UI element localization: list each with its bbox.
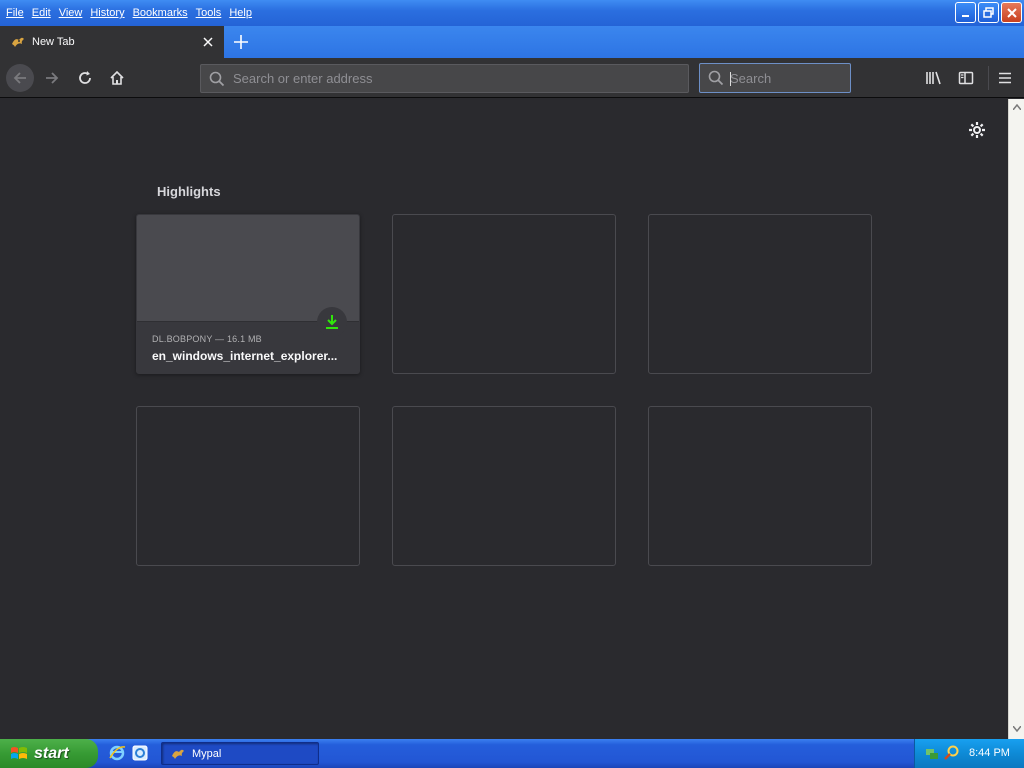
magnifier-icon (944, 745, 959, 760)
gear-icon (969, 122, 985, 138)
text-caret (730, 72, 731, 86)
back-arrow-icon (13, 72, 26, 84)
plus-icon (234, 35, 248, 49)
highlight-thumbnail (137, 215, 359, 322)
minimize-button[interactable] (955, 2, 976, 23)
tray-network[interactable] (923, 744, 941, 762)
window-controls (955, 2, 1022, 23)
quicklaunch-app[interactable] (131, 744, 149, 762)
minimize-icon (961, 14, 969, 17)
address-input[interactable] (233, 71, 653, 86)
scroll-up-button[interactable] (1011, 101, 1023, 113)
download-icon (326, 315, 338, 329)
sidebar-icon (958, 71, 974, 85)
address-bar[interactable] (200, 64, 689, 93)
empty-highlight-slot (392, 214, 616, 374)
navigation-bar (0, 58, 1024, 98)
tab-new-tab[interactable]: New Tab (0, 26, 224, 58)
search-input[interactable] (730, 70, 840, 86)
chevron-up-icon (1013, 104, 1021, 110)
taskbar: start Mypal 8:44 PM (0, 739, 1024, 768)
library-button[interactable] (922, 66, 946, 90)
menu-view[interactable]: View (55, 5, 87, 21)
clock[interactable]: 8:44 PM (969, 747, 1010, 759)
menu-tools[interactable]: Tools (192, 5, 226, 21)
restore-button[interactable] (978, 2, 999, 23)
toolbar-separator (988, 66, 989, 90)
highlight-source: DL.BOBPONY — 16.1 MB (152, 334, 262, 344)
restore-icon (982, 6, 994, 18)
library-icon (926, 71, 941, 85)
sidebar-button[interactable] (954, 66, 978, 90)
quicklaunch-ie[interactable] (108, 744, 126, 762)
section-title-highlights: Highlights (157, 184, 221, 199)
network-icon (926, 749, 938, 759)
start-label: start (34, 744, 69, 762)
title-bar: File Edit View History Bookmarks Tools H… (0, 0, 1024, 26)
close-icon (1006, 7, 1017, 18)
tab-title: New Tab (32, 36, 75, 48)
reload-icon (79, 71, 91, 84)
scroll-down-button[interactable] (1011, 723, 1023, 735)
back-button[interactable] (6, 64, 34, 92)
windows-logo-icon (11, 746, 27, 759)
tab-close-button[interactable] (200, 34, 216, 50)
mypal-logo-icon (172, 749, 184, 759)
empty-highlight-slot (392, 406, 616, 566)
menu-bar: File Edit View History Bookmarks Tools H… (0, 4, 256, 22)
ie-shortcut-icon (132, 745, 148, 761)
tab-strip: New Tab (0, 26, 1024, 58)
download-badge (317, 307, 347, 337)
menu-help[interactable]: Help (225, 5, 256, 21)
vertical-scrollbar[interactable] (1008, 99, 1024, 739)
taskbar-button-mypal[interactable]: Mypal (161, 742, 319, 765)
reload-button[interactable] (71, 64, 99, 92)
highlight-card[interactable]: DL.BOBPONY — 16.1 MB en_windows_internet… (136, 214, 360, 374)
tray-search[interactable] (943, 744, 961, 762)
highlight-title: en_windows_internet_explorer... (152, 349, 338, 363)
start-button[interactable]: start (0, 739, 98, 768)
new-tab-page: Highlights DL.BOBPONY — 16.1 MB en_windo… (0, 99, 1008, 739)
search-icon (708, 70, 724, 86)
menu-edit[interactable]: Edit (28, 5, 55, 21)
search-icon (209, 71, 225, 86)
chevron-down-icon (1013, 726, 1021, 732)
close-icon (203, 37, 213, 47)
search-bar[interactable] (699, 63, 851, 93)
menu-bookmarks[interactable]: Bookmarks (129, 5, 192, 21)
close-window-button[interactable] (1001, 2, 1022, 23)
home-icon (110, 70, 124, 85)
customize-button[interactable] (966, 119, 988, 141)
forward-arrow-icon (46, 72, 59, 84)
menu-button[interactable] (993, 66, 1017, 90)
taskbar-button-label: Mypal (192, 747, 222, 760)
hamburger-icon (999, 72, 1011, 84)
menu-history[interactable]: History (86, 5, 128, 21)
internet-explorer-icon (109, 745, 126, 761)
empty-highlight-slot (648, 406, 872, 566)
home-button[interactable] (103, 64, 131, 92)
new-tab-button[interactable] (230, 31, 252, 53)
menu-file[interactable]: File (2, 5, 28, 21)
empty-highlight-slot (648, 214, 872, 374)
system-tray: 8:44 PM (914, 739, 1024, 768)
forward-button[interactable] (38, 64, 66, 92)
empty-highlight-slot (136, 406, 360, 566)
mypal-logo-icon (12, 37, 24, 47)
